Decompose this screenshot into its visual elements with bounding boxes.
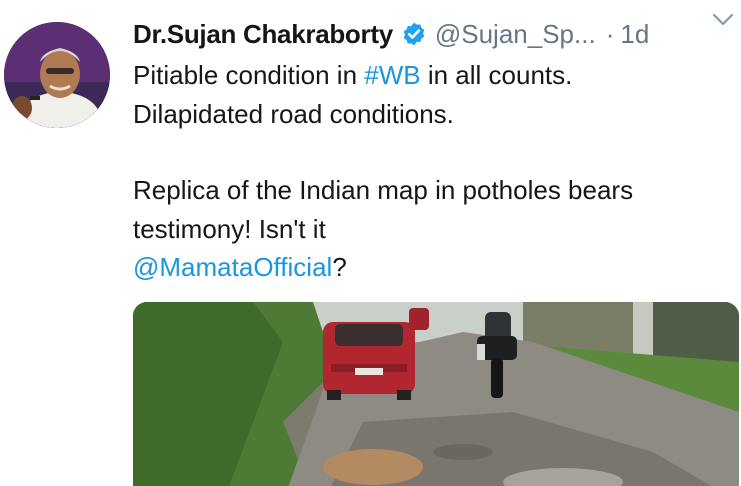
text-segment: in all counts. bbox=[420, 60, 573, 90]
separator-dot: · bbox=[605, 18, 615, 49]
mention-link[interactable]: @MamataOfficial bbox=[133, 252, 332, 282]
tweet-text-line-5: @MamataOfficial? bbox=[133, 248, 733, 287]
tweet-header: Dr.Sujan Chakraborty @Sujan_Sp... · 1d bbox=[133, 14, 731, 54]
author-handle[interactable]: @Sujan_Sp... bbox=[435, 19, 596, 50]
tweet-media-photo[interactable] bbox=[133, 302, 739, 486]
road-photo bbox=[133, 302, 739, 486]
avatar-photo bbox=[4, 22, 110, 128]
text-segment: Pitiable condition in bbox=[133, 60, 365, 90]
tweet-text-line-3: Replica of the Indian map in potholes be… bbox=[133, 175, 634, 205]
tweet-text-line-1: Pitiable condition in #WB in all counts. bbox=[133, 56, 733, 95]
tweet-text-line-4: testimony! Isn't it bbox=[133, 213, 326, 244]
avatar[interactable] bbox=[4, 22, 110, 128]
author-display-name[interactable]: Dr.Sujan Chakraborty bbox=[133, 19, 393, 50]
chevron-down-icon[interactable] bbox=[711, 10, 735, 30]
tweet-text-line-2: Dilapidated road conditions. bbox=[133, 98, 454, 129]
tweet-timestamp[interactable]: 1d bbox=[620, 19, 649, 50]
text-segment: ? bbox=[332, 252, 347, 282]
hashtag-link[interactable]: #WB bbox=[364, 60, 420, 90]
tweet[interactable]: Dr.Sujan Chakraborty @Sujan_Sp... · 1d P… bbox=[0, 0, 741, 486]
tweet-text: Pitiable condition in #WB in all counts.… bbox=[133, 56, 733, 287]
verified-badge-icon bbox=[401, 21, 427, 47]
